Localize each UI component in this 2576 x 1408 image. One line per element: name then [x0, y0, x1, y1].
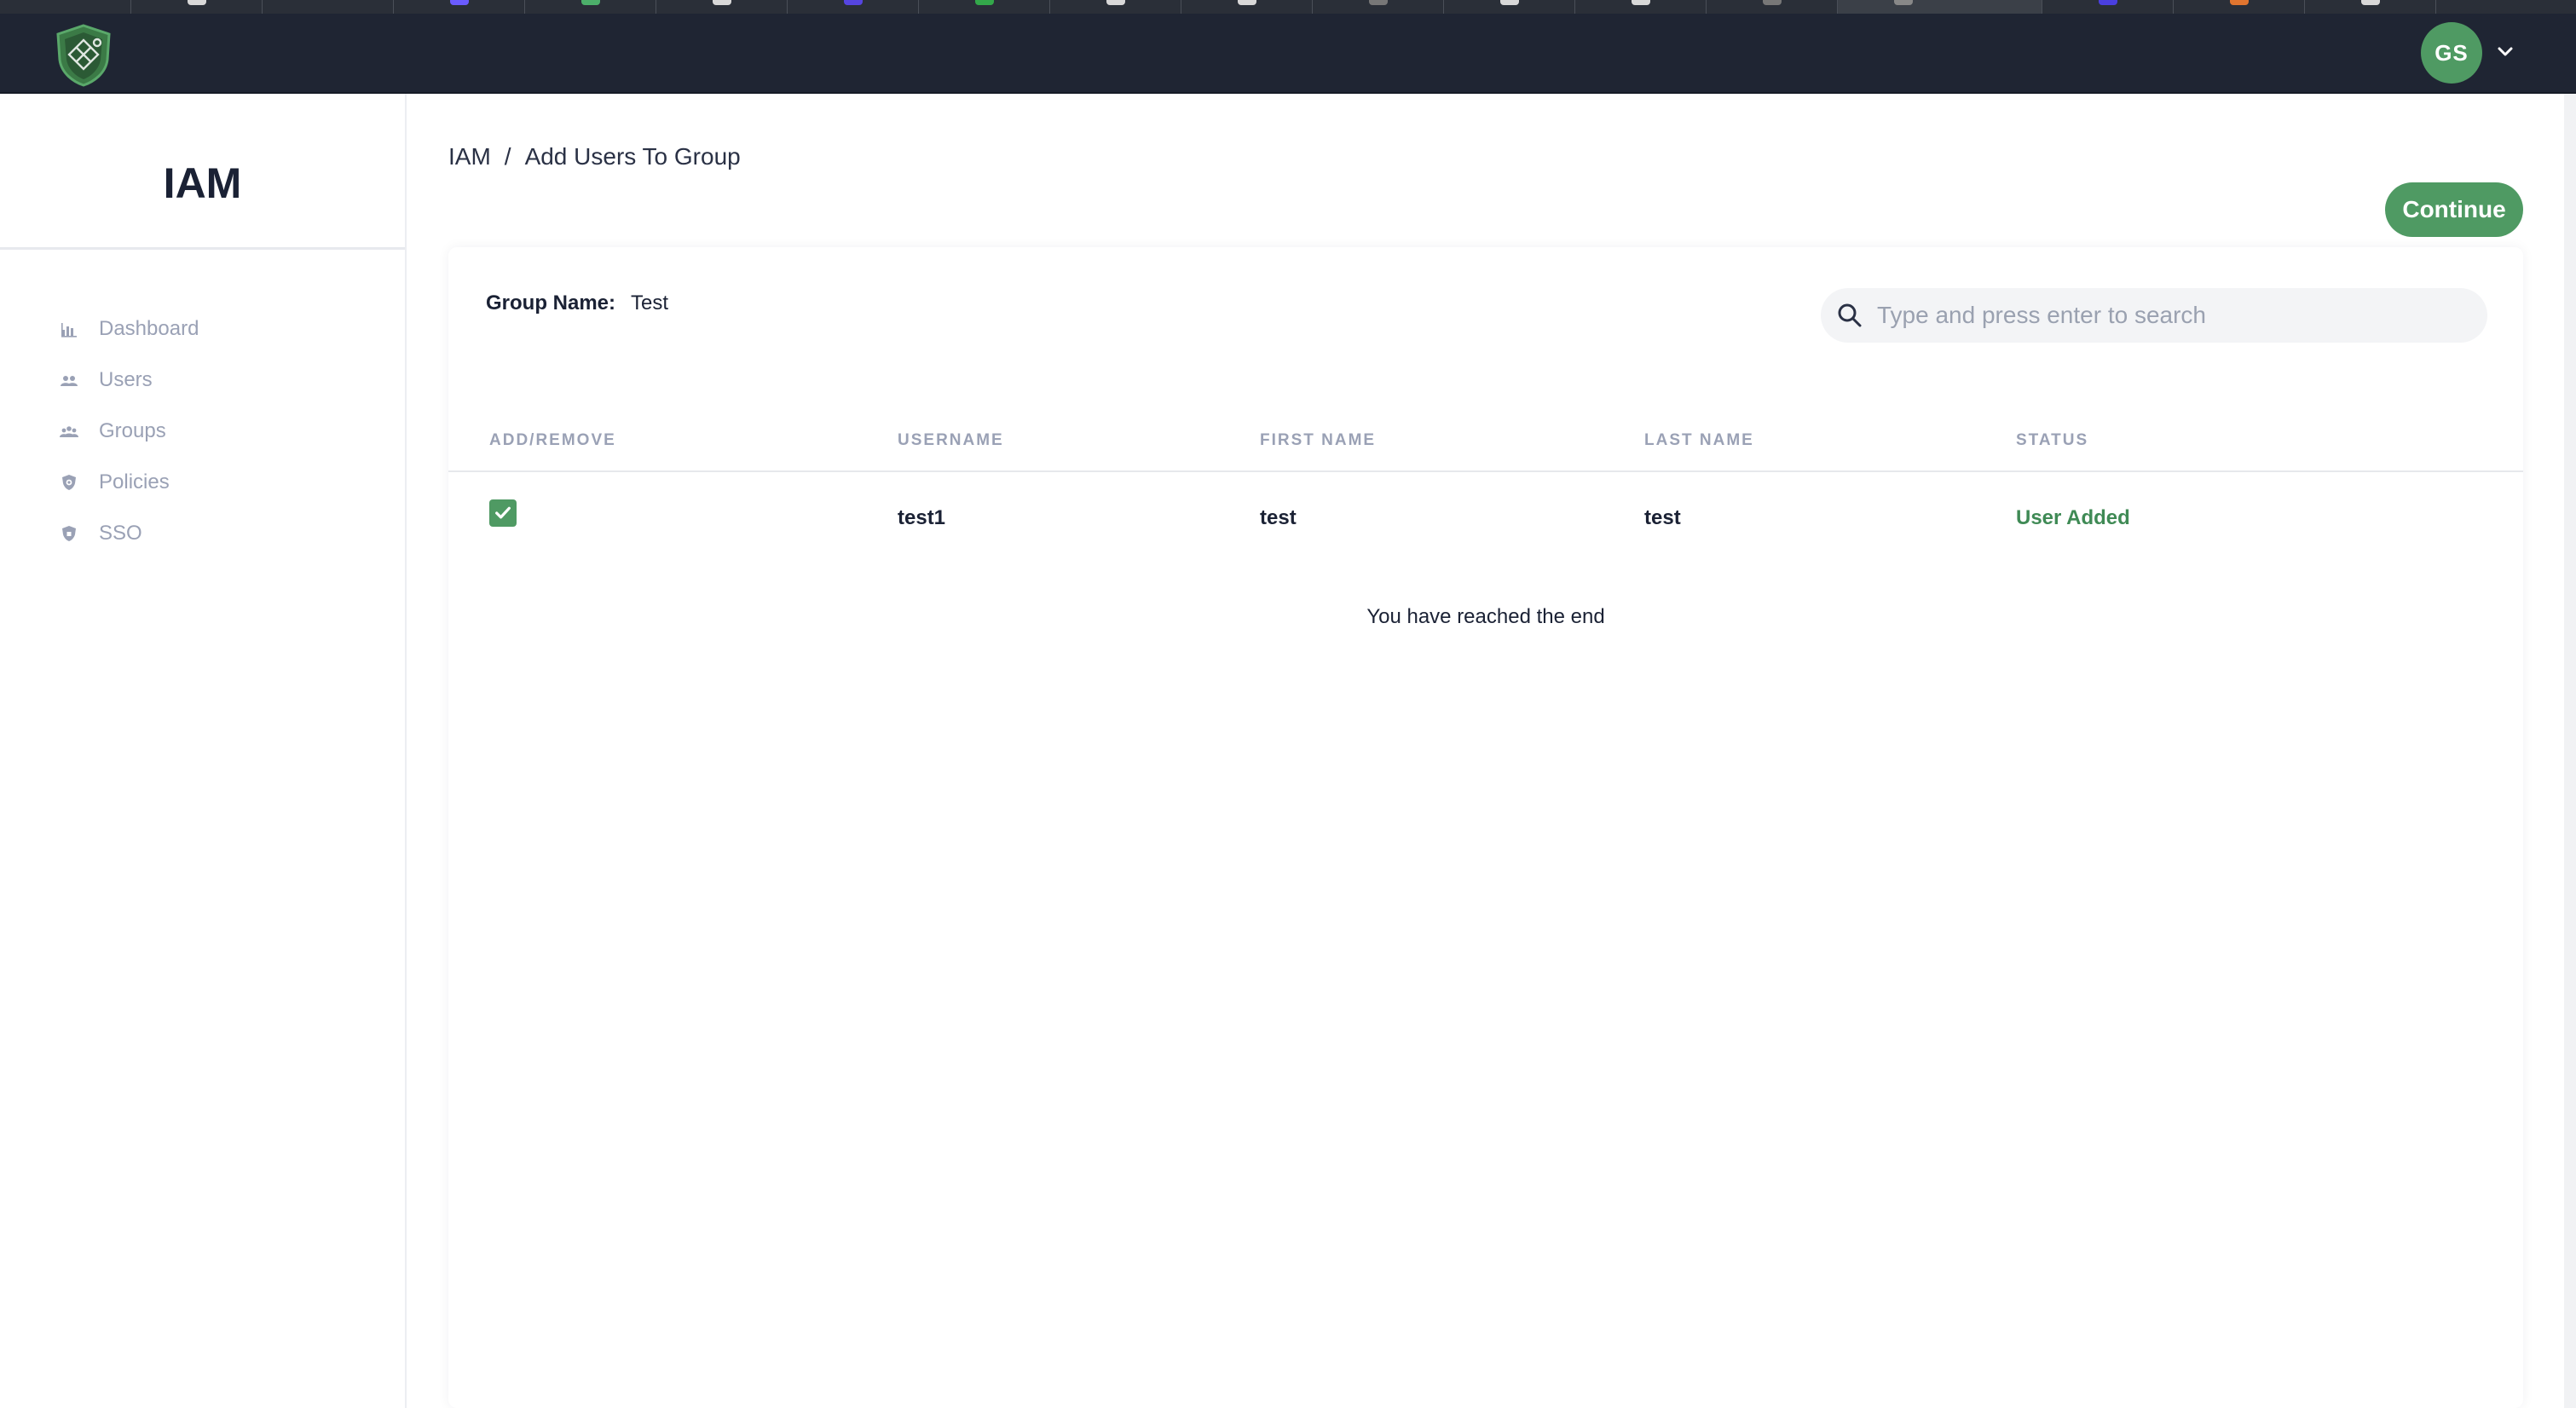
tab-favicon-icon: [1763, 0, 1782, 5]
page-scrollbar[interactable]: [2564, 94, 2576, 1408]
group-name: Group Name: Test: [486, 291, 668, 315]
browser-tab[interactable]: [2042, 0, 2174, 14]
cell-first-name: test: [1260, 506, 1297, 529]
sidebar-item-sso[interactable]: SSO: [60, 508, 199, 559]
checkmark-icon: [495, 506, 511, 519]
browser-tab[interactable]: [525, 0, 656, 14]
group-name-value: Test: [631, 291, 669, 314]
cell-last-name: test: [1644, 506, 1681, 529]
tab-favicon-icon: [713, 0, 731, 5]
browser-tab[interactable]: [788, 0, 919, 14]
search-box[interactable]: [1821, 288, 2487, 343]
tab-favicon-icon: [844, 0, 863, 5]
browser-tab[interactable]: [1050, 0, 1181, 14]
tab-favicon-icon: [450, 0, 469, 5]
sidebar-item-policies[interactable]: Policies: [60, 457, 199, 508]
cell-status: User Added: [2016, 506, 2130, 529]
tab-favicon-icon: [2361, 0, 2380, 5]
bar-chart-icon: [60, 320, 78, 338]
sidebar-item-groups[interactable]: Groups: [60, 406, 199, 457]
sidebar-item-label: Dashboard: [99, 317, 199, 340]
browser-tab[interactable]: [1181, 0, 1313, 14]
shield-logo-icon[interactable]: [53, 22, 114, 87]
browser-tab[interactable]: [1575, 0, 1707, 14]
group-name-label: Group Name:: [486, 291, 616, 314]
browser-tab[interactable]: [263, 0, 394, 14]
tab-favicon-icon: [2099, 0, 2117, 5]
breadcrumb-separator: /: [504, 143, 511, 170]
column-header-first-name: FIRST NAME: [1260, 431, 1377, 449]
shield-icon: [60, 524, 78, 543]
sidebar-item-label: Users: [99, 368, 153, 391]
tab-favicon-icon: [1238, 0, 1256, 5]
tab-favicon-icon: [2230, 0, 2249, 5]
add-users-card: Group Name: Test ADD/REMOVE USERNAME FIR…: [448, 247, 2523, 1408]
browser-tab[interactable]: [919, 0, 1050, 14]
groups-icon: [60, 422, 78, 441]
table-header: ADD/REMOVE USERNAME FIRST NAME LAST NAME…: [448, 424, 2523, 472]
browser-tab[interactable]: [2174, 0, 2305, 14]
tab-favicon-icon: [1500, 0, 1519, 5]
tab-favicon-icon: [975, 0, 994, 5]
browser-tab[interactable]: [1707, 0, 1838, 14]
column-header-last-name: LAST NAME: [1644, 431, 1754, 449]
table-row: test1 test test User Added: [448, 474, 2523, 559]
tab-favicon-icon: [1632, 0, 1650, 5]
sidebar-item-label: Groups: [99, 419, 166, 442]
shield-check-icon: [60, 473, 78, 492]
sidebar-item-dashboard[interactable]: Dashboard: [60, 303, 199, 355]
cell-username: test1: [898, 506, 946, 529]
column-header-status: STATUS: [2016, 431, 2089, 449]
sidebar-item-users[interactable]: Users: [60, 355, 199, 406]
tab-favicon-icon: [1894, 0, 1913, 5]
breadcrumb-current: Add Users To Group: [524, 143, 741, 170]
browser-tab[interactable]: [1444, 0, 1575, 14]
browser-tab[interactable]: [131, 0, 263, 14]
breadcrumb: IAM / Add Users To Group: [448, 143, 741, 170]
app-topbar: GS: [0, 14, 2576, 94]
browser-tab[interactable]: [2305, 0, 2436, 14]
browser-tab[interactable]: [656, 0, 788, 14]
sidebar-divider: [0, 247, 405, 250]
tab-favicon-icon: [581, 0, 600, 5]
search-icon: [1838, 303, 1862, 327]
sidebar-item-label: SSO: [99, 522, 142, 545]
browser-tab[interactable]: [1313, 0, 1444, 14]
breadcrumb-root[interactable]: IAM: [448, 143, 491, 170]
sidebar: IAM Dashboard Users Groups Policies SSO: [0, 94, 407, 1408]
continue-button[interactable]: Continue: [2385, 182, 2523, 237]
browser-tab-strip: [0, 0, 2576, 14]
column-header-username: USERNAME: [898, 431, 1004, 449]
add-remove-checkbox[interactable]: [489, 499, 517, 527]
browser-tab[interactable]: [0, 0, 131, 14]
tab-favicon-icon: [1369, 0, 1388, 5]
chevron-down-icon[interactable]: [2496, 43, 2515, 61]
sidebar-title: IAM: [163, 159, 242, 207]
user-avatar[interactable]: GS: [2421, 22, 2482, 84]
end-of-list-message: You have reached the end: [1366, 605, 1605, 628]
column-header-add-remove: ADD/REMOVE: [489, 431, 616, 449]
users-icon: [60, 371, 78, 390]
sidebar-item-label: Policies: [99, 470, 170, 493]
tab-favicon-icon: [1106, 0, 1125, 5]
sidebar-nav: Dashboard Users Groups Policies SSO: [60, 303, 199, 559]
browser-tab-active[interactable]: [1838, 0, 2042, 14]
browser-tab[interactable]: [394, 0, 525, 14]
search-input[interactable]: [1877, 302, 2457, 329]
tab-favicon-icon: [188, 0, 206, 5]
